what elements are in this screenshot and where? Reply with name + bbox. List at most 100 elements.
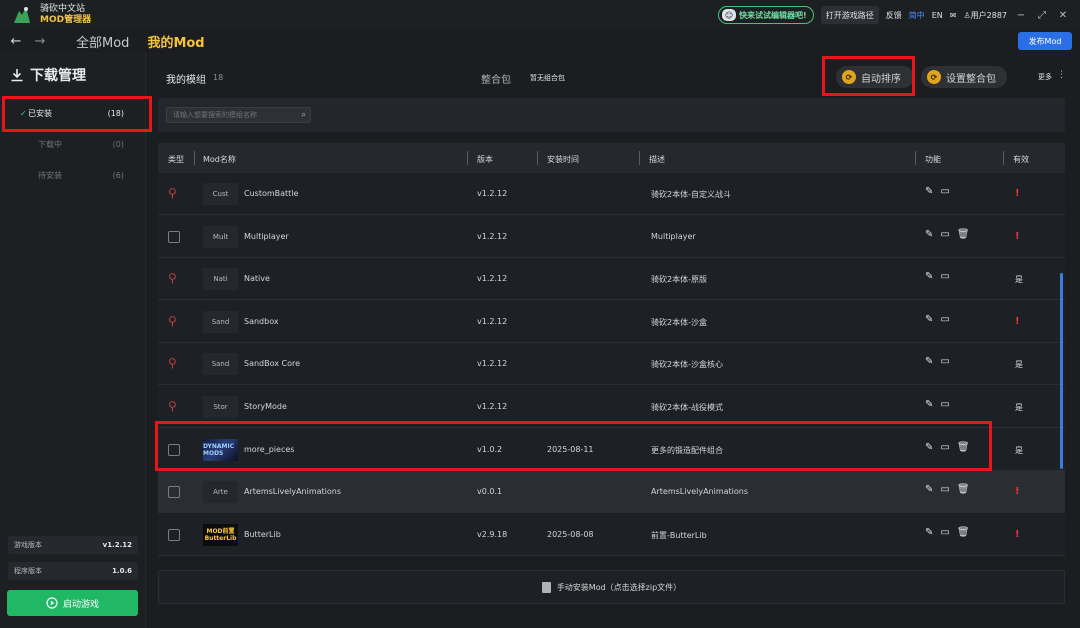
close-window-button[interactable]: ✕: [1056, 10, 1070, 21]
table-row[interactable]: ⚲ Nati Native v1.2.12 骑砍2本体-原版 ✎ ▭ 是: [158, 258, 1065, 301]
table-row[interactable]: ⚲ Stor StoryMode v1.2.12 骑砍2本体-战役模式 ✎ ▭ 是: [158, 386, 1065, 428]
mod-thumbnail: MOD前置 ButterLib: [203, 523, 238, 546]
row-checkbox[interactable]: [168, 230, 180, 243]
invalid-warning-icon: !: [1015, 230, 1020, 242]
mod-description: 前置-ButterLib: [651, 530, 707, 540]
edit-icon[interactable]: ✎: [925, 484, 933, 495]
sidebar-item-installed[interactable]: ✓ 已安装 (18): [12, 102, 134, 124]
sidebar-item-downloading[interactable]: 下载中 (0): [12, 133, 134, 155]
launch-game-label: 启动游戏: [62, 599, 99, 610]
table-row[interactable]: Mult Multiplayer v1.2.12 Multiplayer ✎ ▭ 🗑!: [158, 216, 1065, 258]
mod-thumbnail: Cust: [203, 183, 238, 205]
program-version-row: 程序版本 1.0.6: [8, 562, 138, 580]
user-menu[interactable]: ♙用户2887: [963, 10, 1007, 21]
back-arrow-icon[interactable]: ←: [8, 34, 24, 49]
folder-icon[interactable]: ▭: [940, 484, 949, 495]
invalid-warning-icon: !: [1015, 486, 1020, 498]
kebab-menu-icon[interactable]: ⋮: [1057, 70, 1066, 80]
row-checkbox[interactable]: [168, 528, 180, 541]
maximize-button[interactable]: ⤢: [1035, 10, 1049, 21]
sidebar-item-pending[interactable]: 待安装 (6): [12, 164, 134, 186]
main-panel: 我的模组 18 整合包 暂无组合包 ⟳ 自动排序 ⟳ 设置整合包 更多 ⋮ 请输…: [147, 52, 1080, 628]
edit-icon[interactable]: ✎: [925, 271, 933, 282]
open-game-path-button[interactable]: 打开游戏路径: [820, 6, 879, 24]
table-row[interactable]: ⚲ Sand Sandbox v1.2.12 骑砍2本体-沙盒 ✎ ▭!: [158, 301, 1065, 343]
launch-game-button[interactable]: 启动游戏: [7, 590, 138, 616]
table-row[interactable]: ⚲ Sand SandBox Core v1.2.12 骑砍2本体-沙盒核心 ✎ ▭ 是: [158, 343, 1065, 386]
trash-icon[interactable]: 🗑: [957, 229, 970, 240]
table-row[interactable]: DYNAMIC MODS more_pieces v1.0.2 2025-08-11 更…: [158, 429, 1065, 471]
sort-icon: ⟳: [842, 70, 856, 84]
trash-icon[interactable]: 🗑: [957, 484, 970, 495]
table-row[interactable]: Arte ArtemsLivelyAnimations v0.0.1 ArtemsLi…: [158, 471, 1065, 514]
mod-version: v1.0.2: [477, 444, 503, 454]
folder-icon[interactable]: ▭: [940, 229, 949, 240]
row-checkbox[interactable]: [168, 443, 180, 456]
title-bar: 骑砍中文站 MOD管理器 ☺ 快来试试编辑器吧! 打开游戏路径 反馈 简中 EN…: [0, 0, 1080, 30]
lang-cn-toggle[interactable]: 简中: [909, 10, 925, 21]
auto-sort-label: 自动排序: [861, 73, 901, 85]
trash-icon[interactable]: 🗑: [957, 442, 970, 453]
sidebar: 下载管理 ✓ 已安装 (18) 下载中 (0) 待安装 (6) 游戏版本 v1.…: [0, 52, 146, 628]
row-checkbox[interactable]: [168, 486, 180, 499]
folder-icon[interactable]: ▭: [940, 442, 949, 453]
table-header: 类型 Mod名称 版本 安装时间 描述 功能 有效: [158, 143, 1065, 173]
edit-icon[interactable]: ✎: [925, 399, 933, 410]
edit-icon[interactable]: ✎: [925, 356, 933, 367]
mod-version: v0.0.1: [477, 487, 503, 497]
edit-icon[interactable]: ✎: [925, 314, 933, 325]
download-manager-title: 下载管理: [10, 65, 86, 85]
mod-name: Sandbox: [244, 316, 279, 326]
col-description: 描述: [649, 155, 665, 164]
trash-icon[interactable]: 🗑: [957, 527, 970, 538]
folder-icon[interactable]: ▭: [940, 356, 949, 367]
minimize-button[interactable]: −: [1014, 10, 1028, 21]
feedback-link[interactable]: 反馈: [886, 10, 902, 21]
tab-all-mods[interactable]: 全部Mod: [76, 32, 129, 51]
mail-icon[interactable]: ✉: [950, 11, 957, 20]
forward-arrow-icon[interactable]: →: [32, 34, 48, 49]
search-input[interactable]: 请输入想要搜索的模组名称 ⌕: [166, 107, 311, 123]
more-button[interactable]: 更多: [1038, 72, 1052, 82]
edit-icon[interactable]: ✎: [925, 442, 933, 453]
mod-name: ButterLib: [244, 529, 281, 539]
manual-install-button[interactable]: 手动安装Mod（点击选择zip文件）: [158, 570, 1065, 604]
edit-icon[interactable]: ✎: [925, 229, 933, 240]
mod-thumbnail: DYNAMIC MODS: [203, 438, 238, 461]
auto-sort-button[interactable]: ⟳ 自动排序: [836, 66, 914, 88]
tab-my-mods[interactable]: 我的Mod: [147, 32, 204, 51]
sidebar-item-label: 待安装: [38, 170, 62, 180]
table-row[interactable]: ⚲ Cust CustomBattle v1.2.12 骑砍2本体-自定义战斗 ✎ ▭!: [158, 173, 1065, 215]
edit-icon[interactable]: ✎: [925, 527, 933, 538]
search-icon[interactable]: ⌕: [302, 110, 306, 120]
col-valid: 有效: [1013, 155, 1029, 164]
mod-install-date: 2025-08-11: [547, 444, 594, 454]
set-modpack-button[interactable]: ⟳ 设置整合包: [921, 66, 1007, 88]
col-version: 版本: [477, 155, 493, 164]
valid-status: 是: [1015, 360, 1023, 370]
mod-version: v1.2.12: [477, 402, 508, 411]
modpack-select[interactable]: 暂无组合包: [530, 73, 565, 83]
modpack-icon: ⟳: [927, 70, 941, 84]
sidebar-item-label: 下载中: [38, 139, 62, 149]
row-actions: ✎ ▭: [925, 186, 950, 197]
folder-icon[interactable]: ▭: [940, 527, 949, 538]
folder-icon[interactable]: ▭: [940, 271, 949, 282]
folder-icon[interactable]: ▭: [940, 399, 949, 410]
table-row[interactable]: MOD前置 ButterLib ButterLib v2.9.18 2025-08-08…: [158, 514, 1065, 556]
editor-promo-button[interactable]: ☺ 快来试试编辑器吧!: [718, 6, 814, 24]
mod-name: StoryMode: [244, 402, 287, 411]
app-name: 骑砍中文站 MOD管理器: [40, 4, 91, 26]
publish-mod-button[interactable]: 发布Mod: [1018, 32, 1072, 50]
location-pin-icon: ⚲: [168, 399, 177, 413]
mod-version: v1.2.12: [477, 189, 508, 198]
lang-en-toggle[interactable]: EN: [932, 11, 943, 20]
edit-icon[interactable]: ✎: [925, 186, 933, 197]
folder-icon[interactable]: ▭: [940, 314, 949, 325]
my-mods-title: 我的模组: [166, 75, 206, 86]
mod-description: 骑砍2本体-战役模式: [651, 403, 723, 412]
folder-icon[interactable]: ▭: [940, 186, 949, 197]
table-scrollbar[interactable]: [1060, 273, 1063, 469]
mod-table: 类型 Mod名称 版本 安装时间 描述 功能 有效 ⚲ Cust CustomBat…: [158, 143, 1065, 557]
invalid-warning-icon: !: [1015, 528, 1020, 540]
